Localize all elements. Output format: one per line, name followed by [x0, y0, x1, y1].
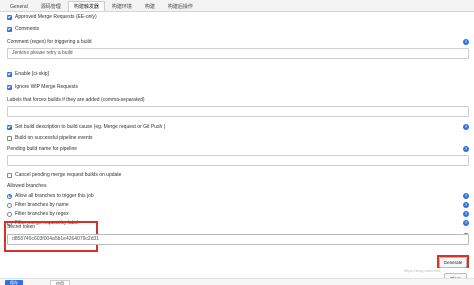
- branch-name-label: Filter branches by name: [15, 202, 69, 208]
- comments-label: Comments: [15, 26, 40, 32]
- branch-option-regex[interactable]: Filter branches by regex: [7, 211, 69, 217]
- ignore-wip-checkbox[interactable]: [7, 84, 12, 90]
- ci-skip-checkbox[interactable]: [7, 71, 12, 77]
- pipeline-events-label: Build on successful pipeline events: [15, 135, 93, 141]
- branch-all-radio[interactable]: [7, 193, 12, 199]
- approved-mr-label: Approved Merge Requests (EE-only): [15, 14, 97, 20]
- comment-regex-input[interactable]: Jenkins please retry a build: [7, 48, 469, 59]
- branch-all-label: Allow all branches to trigger this job: [15, 193, 94, 199]
- save-button[interactable]: 保存: [5, 280, 23, 285]
- branch-name-radio[interactable]: [7, 202, 12, 208]
- pipeline-events-option[interactable]: Build on successful pipeline events: [7, 135, 93, 141]
- tab-post-build[interactable]: 构建后操作: [162, 2, 199, 11]
- pipeline-events-checkbox[interactable]: [7, 135, 12, 141]
- help-icon[interactable]: ?: [463, 211, 469, 217]
- branch-regex-radio[interactable]: [7, 211, 12, 217]
- footer-bar: 保存 应用: [0, 278, 474, 285]
- comments-option[interactable]: Comments: [7, 26, 39, 32]
- allowed-branches-label: Allowed branches: [7, 183, 47, 189]
- approved-mr-checkbox[interactable]: [7, 14, 12, 20]
- cancel-pending-checkbox[interactable]: [7, 172, 12, 178]
- labels-label: Labels that forces builds if they are ad…: [7, 97, 145, 103]
- build-description-option[interactable]: Set build description to build cause (eg…: [7, 124, 165, 130]
- ci-skip-label: Enable [ci-skip]: [15, 71, 49, 77]
- help-icon[interactable]: ?: [463, 202, 469, 208]
- secret-token-input[interactable]: d858749c603f004a5b1e4264079c2d31: [7, 234, 469, 245]
- build-description-checkbox[interactable]: [7, 124, 12, 130]
- build-triggers-panel: Approved Merge Requests (EE-only) Commen…: [4, 12, 469, 285]
- generate-button[interactable]: Generate: [439, 257, 467, 268]
- secret-token-label: Secret token: [7, 224, 36, 230]
- pending-build-input[interactable]: [7, 155, 469, 166]
- approved-mr-option[interactable]: Approved Merge Requests (EE-only): [7, 14, 97, 20]
- config-tabs: General 源码管理 构建触发器 构建环境 构建 构建后操作: [0, 0, 474, 12]
- apply-button[interactable]: 应用: [50, 280, 70, 285]
- help-icon[interactable]: ?: [463, 146, 469, 152]
- comments-checkbox[interactable]: [7, 26, 12, 32]
- watermark-text: https://blog.csdn.net/...: [403, 268, 444, 273]
- help-icon[interactable]: ?: [463, 193, 469, 199]
- help-icon[interactable]: ?: [463, 39, 469, 45]
- branch-option-all[interactable]: Allow all branches to trigger this job: [7, 193, 94, 199]
- tab-general[interactable]: General: [4, 2, 34, 11]
- tab-source-management[interactable]: 源码管理: [35, 2, 67, 11]
- labels-input[interactable]: [7, 106, 469, 117]
- ci-skip-option[interactable]: Enable [ci-skip]: [7, 71, 49, 77]
- ignore-wip-label: Ignore WIP Merge Requests: [15, 84, 78, 90]
- tab-build-environment[interactable]: 构建环境: [106, 2, 138, 11]
- comment-regex-label: Comment (regex) for triggering a build: [7, 39, 92, 45]
- tab-build[interactable]: 构建: [139, 2, 161, 11]
- pending-build-label: Pending build name for pipeline: [7, 146, 78, 152]
- branch-regex-label: Filter branches by regex: [15, 211, 69, 217]
- cancel-pending-option[interactable]: Cancel pending merge request builds on u…: [7, 172, 121, 178]
- help-icon[interactable]: ?: [463, 220, 469, 226]
- build-description-label: Set build description to build cause (eg…: [15, 124, 166, 130]
- tab-build-triggers[interactable]: 构建触发器: [67, 1, 105, 11]
- help-icon[interactable]: ?: [463, 124, 469, 130]
- branch-option-name[interactable]: Filter branches by name: [7, 202, 69, 208]
- ignore-wip-option[interactable]: Ignore WIP Merge Requests: [7, 84, 78, 90]
- cancel-pending-label: Cancel pending merge request builds on u…: [15, 172, 122, 178]
